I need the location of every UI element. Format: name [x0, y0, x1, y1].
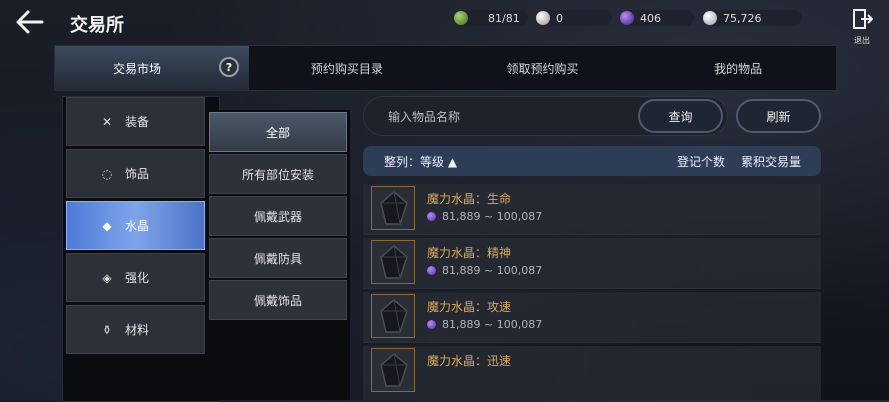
item-price: 81,889 ~ 100,087: [442, 318, 543, 331]
crystal-item-icon: [371, 186, 415, 230]
list-item[interactable]: 魔力水晶：精神 81,889 ~ 100,087: [363, 238, 821, 289]
sort-bar: 整列：等级 ▲ 登记个数 累积交易量: [363, 146, 821, 176]
tab-reservation-list[interactable]: 预约购买目录: [249, 46, 445, 90]
tab-claim-reservation[interactable]: 领取预约购买: [445, 46, 641, 90]
crystal-item-icon: [371, 348, 415, 392]
category-accessory[interactable]: ◌ 饰品: [66, 149, 205, 198]
silver-coin-icon: [703, 11, 717, 25]
category-material[interactable]: ⚱ 材料: [66, 305, 205, 354]
page-title: 交易所: [70, 15, 124, 36]
item-name: 魔力水晶：生命: [427, 192, 512, 206]
exit-label: 退出: [854, 36, 870, 45]
sort-by-volume[interactable]: 累积交易量: [741, 153, 801, 170]
subcategory-armor[interactable]: 佩戴防具: [209, 238, 347, 278]
subcategory-list: 全部 所有部位安装 佩戴武器 佩戴防具 佩戴饰品: [208, 110, 350, 400]
search-input[interactable]: [386, 107, 630, 127]
arrow-left-icon: [16, 10, 44, 34]
subcategory-accessory[interactable]: 佩戴饰品: [209, 280, 347, 320]
query-button[interactable]: 查询: [638, 99, 723, 133]
category-enhance[interactable]: ◈ 强化: [66, 253, 205, 302]
resource-pearl: 0: [536, 10, 612, 26]
potion-icon: ⚱: [101, 322, 113, 337]
list-item[interactable]: 魔力水晶：生命 81,889 ~ 100,087: [363, 184, 821, 235]
tab-my-items[interactable]: 我的物品: [640, 46, 836, 90]
category-crystal[interactable]: ◆ 水晶: [66, 201, 205, 250]
item-price: 81,889 ~ 100,087: [442, 210, 543, 223]
exit-door-icon: [853, 9, 874, 29]
sort-by-listed-count[interactable]: 登记个数: [677, 153, 725, 170]
category-label: 装备: [125, 115, 150, 129]
category-label: 水晶: [125, 219, 150, 233]
exit-button[interactable]: 退出: [848, 8, 876, 45]
item-name: 魔力水晶：攻速: [427, 300, 512, 314]
category-equipment[interactable]: ✕ 装备: [66, 97, 205, 146]
tab-label: 领取预约购买: [506, 61, 579, 76]
help-icon[interactable]: ?: [219, 57, 239, 77]
ring-icon: ◌: [101, 166, 113, 181]
subcategory-weapon[interactable]: 佩戴武器: [209, 196, 347, 236]
list-item[interactable]: 魔力水晶：攻速 81,889 ~ 100,087: [363, 292, 821, 343]
tab-label: 交易市场: [112, 61, 161, 76]
list-item[interactable]: 魔力水晶：迅速: [363, 346, 821, 400]
refresh-button[interactable]: 刷新: [736, 99, 821, 133]
resource-value: 406: [640, 11, 661, 25]
resource-silver: 75,726: [703, 10, 802, 26]
resource-value: 75,726: [723, 11, 762, 25]
purple-crystal-icon: [620, 11, 634, 25]
item-price-range: 81,889 ~ 100,087: [427, 210, 542, 223]
category-label: 饰品: [125, 167, 150, 181]
diamond-icon: ◆: [102, 218, 112, 233]
stamina-icon: [454, 11, 468, 25]
subcategory-all[interactable]: 全部: [209, 112, 347, 152]
resource-value: 0: [556, 11, 563, 25]
item-name: 魔力水晶：迅速: [427, 354, 512, 368]
tab-label: 我的物品: [714, 61, 763, 76]
sort-by-level[interactable]: 整列：等级 ▲: [384, 153, 457, 170]
purple-crystal-icon: [427, 266, 436, 275]
upgrade-icon: ◈: [102, 270, 112, 285]
tab-label: 预约购买目录: [310, 61, 383, 76]
back-button[interactable]: [14, 8, 46, 36]
pearl-icon: [536, 11, 550, 25]
category-list: ✕ 装备 ◌ 饰品 ◆ 水晶 ◈ 强化 ⚱ 材料: [62, 96, 220, 402]
crystal-item-icon: [371, 240, 415, 284]
swords-icon: ✕: [101, 114, 113, 129]
category-label: 材料: [125, 323, 150, 337]
item-name: 魔力水晶：精神: [427, 246, 512, 260]
purple-crystal-icon: [427, 212, 436, 221]
item-price-range: 81,889 ~ 100,087: [427, 264, 542, 277]
item-price: 81,889 ~ 100,087: [442, 264, 543, 277]
category-label: 强化: [125, 271, 150, 285]
resource-purple-crystal: 406: [620, 10, 694, 26]
tab-bar: 交易市场 ? 预约购买目录 领取预约购买 我的物品: [54, 45, 837, 91]
item-price-range: 81,889 ~ 100,087: [427, 318, 542, 331]
resource-value: 81/81: [488, 11, 520, 25]
subcategory-all-slots[interactable]: 所有部位安装: [209, 154, 347, 194]
tab-market[interactable]: 交易市场 ?: [55, 46, 249, 90]
purple-crystal-icon: [427, 320, 436, 329]
resource-stamina: 81/81: [454, 10, 528, 26]
crystal-item-icon: [371, 294, 415, 338]
